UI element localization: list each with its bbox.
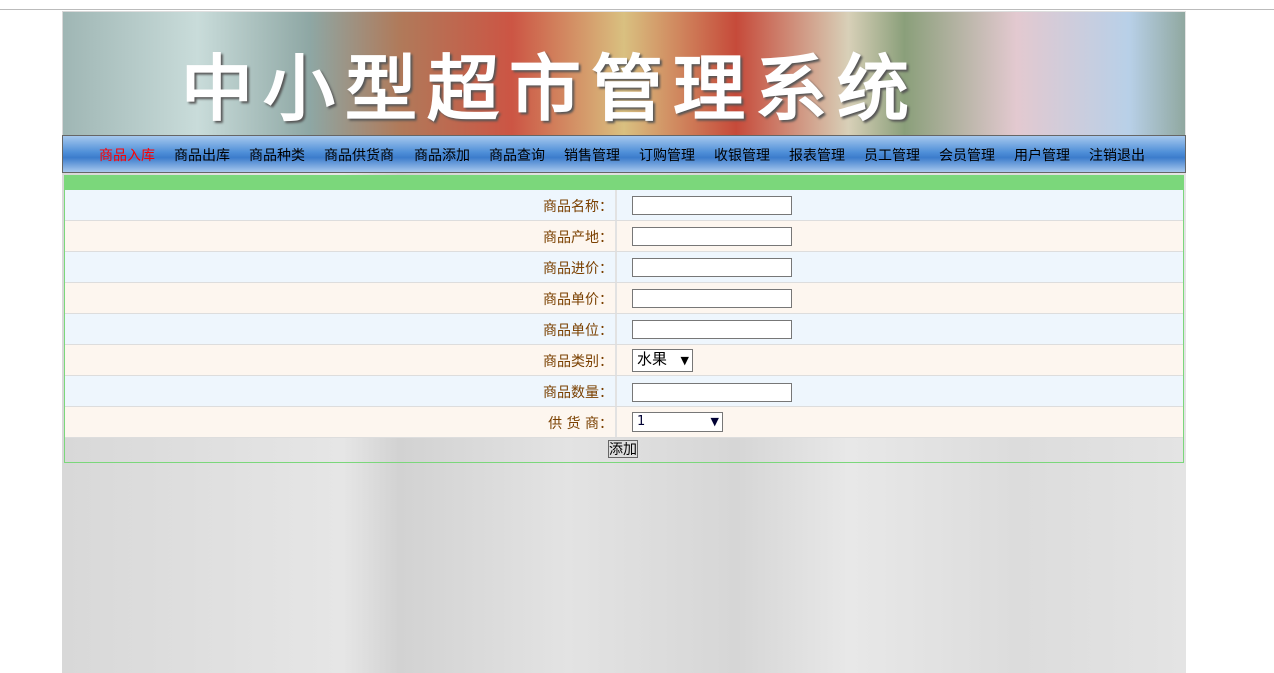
quantity-label: 商品数量： [543, 385, 613, 401]
nav-stock-out[interactable]: 商品出库 [174, 145, 230, 165]
unit-input[interactable] [632, 320, 792, 339]
banner-title: 中小型超市管理系统 [181, 46, 920, 131]
origin-label: 商品产地： [543, 230, 613, 246]
nav-add[interactable]: 商品添加 [414, 145, 470, 165]
nav-bar: 商品入库 商品出库 商品种类 商品供货商 商品添加 商品查询 销售管理 订购管理… [62, 135, 1186, 173]
category-label: 商品类别： [543, 354, 613, 370]
supplier-value: 1 [637, 414, 646, 429]
form-header-bar [65, 176, 1183, 190]
banner: 中小型超市管理系统 [63, 12, 1185, 135]
cost-input[interactable] [632, 258, 792, 277]
price-label: 商品单价： [543, 292, 613, 308]
chevron-down-icon: ▼ [680, 354, 689, 367]
name-input[interactable] [632, 196, 792, 215]
chevron-down-icon: ▼ [710, 415, 719, 428]
browser-divider [0, 9, 1274, 10]
nav-supplier[interactable]: 商品供货商 [324, 145, 394, 165]
nav-category[interactable]: 商品种类 [249, 145, 305, 165]
nav-members[interactable]: 会员管理 [939, 145, 995, 165]
origin-input[interactable] [632, 227, 792, 246]
nav-sales[interactable]: 销售管理 [564, 145, 620, 165]
category-select[interactable]: 水果 ▼ [632, 349, 693, 372]
nav-reports[interactable]: 报表管理 [789, 145, 845, 165]
category-value: 水果 [637, 350, 668, 368]
nav-stock-in[interactable]: 商品入库 [99, 145, 155, 165]
unit-label: 商品单位： [543, 323, 613, 339]
quantity-input[interactable] [632, 383, 792, 402]
add-button[interactable]: 添加 [608, 440, 638, 458]
supplier-select[interactable]: 1 ▼ [632, 412, 723, 432]
add-product-form: 商品名称： 商品产地： 商品进价： 商品单价： 商品单位： 商品类别： 水果 ▼ 商… [64, 175, 1184, 463]
nav-query[interactable]: 商品查询 [489, 145, 545, 165]
nav-logout[interactable]: 注销退出 [1089, 145, 1145, 165]
nav-orders[interactable]: 订购管理 [639, 145, 695, 165]
nav-cashier[interactable]: 收银管理 [714, 145, 770, 165]
cost-label: 商品进价： [543, 261, 613, 277]
price-input[interactable] [632, 289, 792, 308]
nav-users[interactable]: 用户管理 [1014, 145, 1070, 165]
page-container: 中小型超市管理系统 商品入库 商品出库 商品种类 商品供货商 商品添加 商品查询… [62, 11, 1186, 673]
name-label: 商品名称： [543, 199, 613, 215]
nav-staff[interactable]: 员工管理 [864, 145, 920, 165]
supplier-label: 供 货 商： [548, 416, 613, 432]
